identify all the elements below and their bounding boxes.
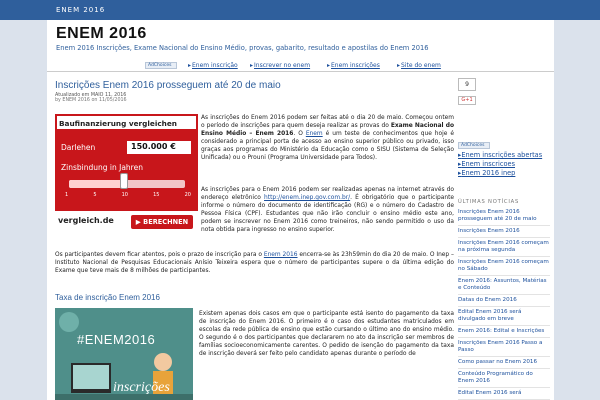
ad-link-site-do-enem[interactable]: Site do enem <box>397 62 441 69</box>
ad-tick: 10 <box>121 192 128 198</box>
text-segment: Os participantes devem ficar atentos, po… <box>55 252 264 258</box>
site-header: ENEM 2016 Enem 2016 Inscrições, Exame Na… <box>47 20 554 60</box>
post-paragraph-1: As inscrições do Enem 2016 podem ser fei… <box>201 114 454 162</box>
person-head <box>154 353 172 371</box>
post-paragraph-3: Os participantes devem ficar atentos, po… <box>55 251 454 275</box>
decor-circle <box>59 312 79 332</box>
latest-news-item[interactable]: Como passar no Enem 2016 <box>458 357 550 369</box>
ad-calculate-label: BERECHNEN <box>143 218 189 226</box>
ad-amount-input[interactable]: 150.000 € <box>127 141 191 154</box>
latest-news-item[interactable]: Enem 2016: Edital e Inscrições <box>458 326 550 338</box>
ad-tick: 15 <box>153 192 160 198</box>
ad-links-bar: AdChoices Enem inscrição Inscrever no en… <box>47 60 554 72</box>
ad-rate-slider-fill <box>69 180 124 188</box>
share-count[interactable]: 9 <box>458 78 476 91</box>
latest-news-item[interactable]: Datas do Enem 2016 <box>458 295 550 307</box>
link-enem-2016[interactable]: Enem 2016 <box>264 252 298 258</box>
ad-link-enem-inscricao[interactable]: Enem inscrição <box>188 62 238 69</box>
site-title[interactable]: ENEM 2016 <box>56 25 147 43</box>
ad-tick: 20 <box>184 192 191 198</box>
latest-news-heading: Últimas notícias <box>458 199 520 205</box>
latest-news-item[interactable]: Edital Enem 2016 será divulgado em breve <box>458 307 550 326</box>
site-description: Enem 2016 Inscrições, Exame Nacional do … <box>56 44 429 52</box>
ad-footer: vergleich.de ▶ BERECHNEN <box>55 211 198 233</box>
ad-rate-label: Zinsbindung in Jahren <box>61 163 143 172</box>
right-sidebar: 9 G+1 AdChoices Enem inscrições abertas … <box>458 78 554 400</box>
link-enem-inep-site[interactable]: http://enem.inep.gov.com.br/ <box>264 195 350 201</box>
ad-brand-logo[interactable]: vergleich.de <box>58 216 114 225</box>
post-paragraph-4: Existem apenas dois casos em que o parti… <box>199 311 454 357</box>
ad-tick: 1 <box>65 192 69 198</box>
google-plus-button[interactable]: G+1 <box>458 96 476 105</box>
sidebar-ad-link[interactable]: Enem 2016 inep <box>458 169 542 178</box>
link-enem[interactable]: Enem <box>306 131 323 137</box>
ad-loan-label: Darlehen <box>61 143 96 152</box>
page-container: ENEM 2016 Enem 2016 Inscrições, Exame Na… <box>47 20 554 400</box>
ad-calculate-button[interactable]: ▶ BERECHNEN <box>131 215 193 229</box>
ad-rate-slider-handle[interactable] <box>119 173 128 189</box>
latest-news-item[interactable]: Inscrições Enem 2016 <box>458 226 550 238</box>
laptop-screen <box>73 365 109 389</box>
post-title[interactable]: Inscrições Enem 2016 prosseguem até 20 d… <box>55 80 281 91</box>
ad-slider-ticks: 1 5 10 15 20 <box>65 192 191 198</box>
post-paragraph-2: As inscrições para o Enem 2016 podem ser… <box>201 186 454 234</box>
sidebar-ad-link[interactable]: Enem inscrições abertas <box>458 151 542 160</box>
latest-news-item[interactable]: Conteúdo Programático do Enem 2016 <box>458 369 550 388</box>
adchoices-badge[interactable]: AdChoices <box>145 62 177 69</box>
adchoices-badge[interactable]: AdChoices <box>458 142 490 149</box>
ad-tick: 5 <box>93 192 97 198</box>
latest-news-item[interactable]: Inscrições Enem 2016 começam no Sábado <box>458 257 550 276</box>
ad-headline[interactable]: Baufinanzierung vergleichen <box>55 114 198 131</box>
nav-tab-enem-2016[interactable]: ENEM 2016 <box>56 0 105 20</box>
latest-news-item[interactable]: Inscrições Enem 2016 Passo a Passo <box>458 338 550 357</box>
post-byline: by ENEM 2016 on 11/05/2016 <box>55 98 127 103</box>
section-heading-taxa: Taxa de inscrição Enem 2016 <box>55 293 160 302</box>
latest-news-list: Inscrições Enem 2016 prosseguem até 20 d… <box>458 207 550 400</box>
illustration-hashtag: #ENEM2016 <box>77 332 156 347</box>
enem-illustration: #ENEM2016 inscrições <box>55 308 193 400</box>
illustration-word: inscrições <box>113 380 170 395</box>
top-navigation-bar: ENEM 2016 <box>0 0 600 20</box>
sidebar-ad-link[interactable]: Enem inscricoes <box>458 160 542 169</box>
loan-calculator-ad[interactable]: Baufinanzierung vergleichen Darlehen 150… <box>55 114 198 233</box>
ad-link-inscrever-no-enem[interactable]: Inscrever no enem <box>250 62 310 69</box>
ad-link-enem-inscricoes[interactable]: Enem inscrições <box>327 62 380 69</box>
latest-news-item[interactable]: Edital Enem 2016 será <box>458 388 550 400</box>
latest-news-item[interactable]: Inscrições Enem 2016 começam na próxima … <box>458 238 550 257</box>
latest-news-item[interactable]: Inscrições Enem 2016 prosseguem até 20 d… <box>458 207 550 226</box>
text-segment: . O <box>293 131 306 137</box>
sidebar-ad: AdChoices Enem inscrições abertas Enem i… <box>458 142 542 178</box>
latest-news-item[interactable]: Enem 2016: Assuntos, Matérias e Conteúdo <box>458 276 550 295</box>
